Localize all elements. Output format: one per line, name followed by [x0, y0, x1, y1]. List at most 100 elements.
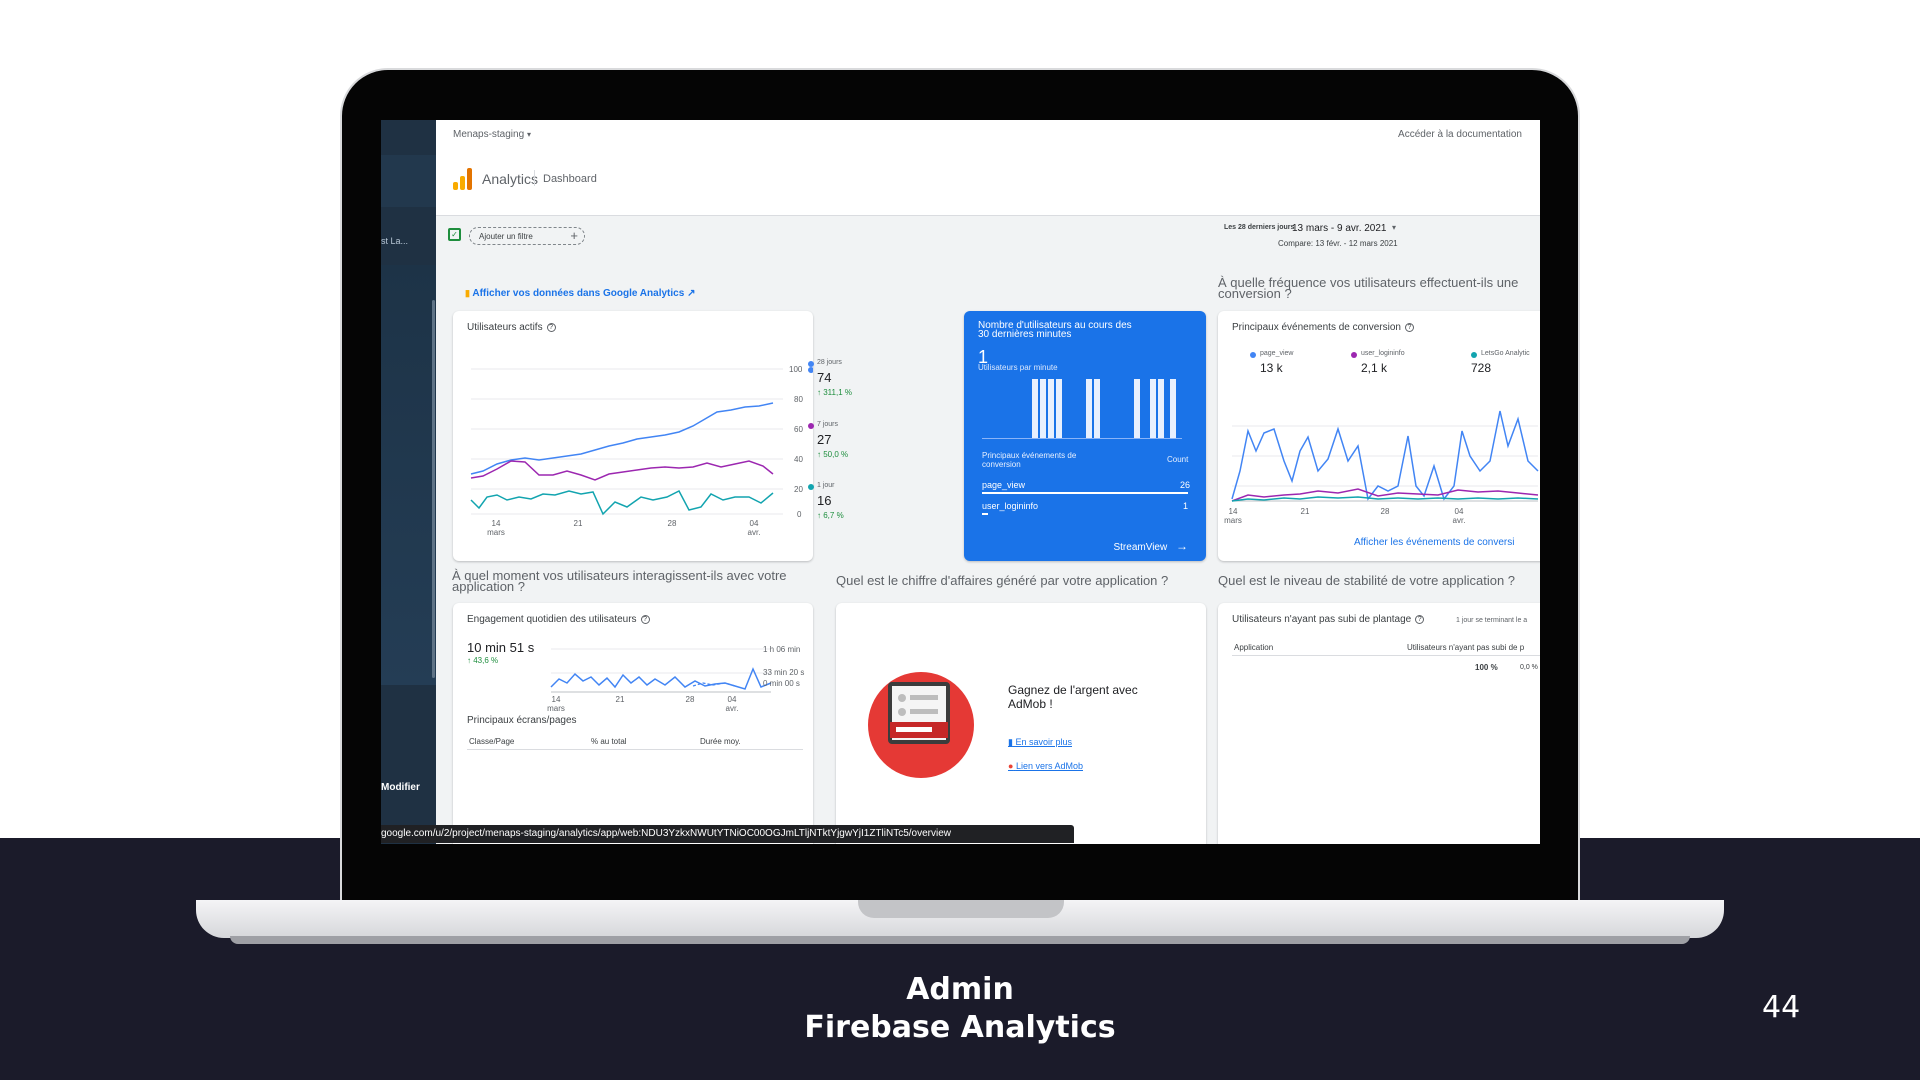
- events-header: Principaux événements de conversion: [982, 451, 1077, 469]
- link-admob-label: Lien vers AdMob: [1015, 761, 1083, 771]
- product-name: Analytics: [482, 171, 539, 187]
- firebase-console-screen: st La... Modifier Menaps-staging ▾ Accéd…: [381, 120, 1540, 844]
- realtime-subtitle: Utilisateurs par minute: [978, 363, 1058, 372]
- streamview-link[interactable]: StreamView →: [1113, 539, 1188, 553]
- legend-label: 1 jour: [817, 482, 835, 489]
- chevron-down-icon: ▾: [526, 130, 531, 139]
- y-tick-label: 20: [794, 485, 803, 494]
- view-conversion-events-link[interactable]: Afficher les événements de conversi: [1354, 537, 1514, 548]
- admob-illustration: [868, 672, 974, 778]
- legend-delta: ↑ 50,0 %: [817, 450, 849, 459]
- legend-value: 27: [817, 432, 832, 447]
- series-28-days: [470, 402, 774, 475]
- legend-delta: ↑ 311,1 %: [817, 388, 852, 397]
- series-1-day: [470, 490, 774, 516]
- project-name: Menaps-staging: [453, 129, 525, 140]
- compare-range: Compare: 13 févr. - 12 mars 2021: [1278, 239, 1398, 248]
- add-filter-button[interactable]: Ajouter un filtre +: [469, 227, 585, 245]
- legend-dot: [808, 367, 813, 373]
- top-bar: Menaps-staging ▾ Accéder à la documentat…: [436, 120, 1540, 216]
- phone-illustration: [888, 682, 950, 744]
- column-header: % au total: [591, 737, 627, 746]
- streamview-label: StreamView: [1113, 542, 1168, 553]
- y-tick-label: 60: [794, 425, 803, 434]
- help-icon[interactable]: ?: [1415, 615, 1425, 624]
- event-bar: [982, 492, 1188, 494]
- column-header: Utilisateurs n'ayant pas subi de p: [1407, 643, 1525, 652]
- question-frequency: À quelle fréquence vos utilisateurs effe…: [1218, 275, 1519, 301]
- arrow-right-icon: →: [1176, 539, 1188, 553]
- legend-value: 16: [817, 493, 832, 508]
- slide-subtitle: Firebase Analytics: [804, 1010, 1116, 1045]
- sidebar: st La... Modifier: [381, 120, 436, 844]
- document-icon: ▮: [1008, 737, 1013, 747]
- realtime-bar: [1032, 379, 1038, 438]
- event-name[interactable]: user_logininfo: [982, 501, 1038, 511]
- column-header: Classe/Page: [469, 737, 515, 746]
- learn-more-label: En savoir plus: [1015, 737, 1072, 747]
- date-range-selector[interactable]: 13 mars - 9 avr. 2021: [1292, 223, 1387, 234]
- y-tick-label: 40: [794, 455, 803, 464]
- event-count: 26: [1180, 480, 1191, 490]
- sidebar-scrollbar[interactable]: [432, 300, 435, 678]
- link-admob-link[interactable]: ● Lien vers AdMob: [1008, 761, 1083, 771]
- stability-note: 1 jour se terminant le a: [1456, 617, 1528, 624]
- sidebar-nav: [381, 265, 436, 685]
- learn-more-link[interactable]: ▮ En savoir plus: [1008, 737, 1072, 748]
- realtime-bar: [1150, 379, 1156, 438]
- conversion-events-card: Principaux événements de conversion? pag…: [1218, 311, 1540, 561]
- realtime-title: Nombre d'utilisateurs au cours des 30 de…: [978, 320, 1132, 340]
- card-title: Utilisateurs n'ayant pas subi de plantag…: [1232, 614, 1425, 625]
- admob-icon: ●: [1008, 761, 1014, 771]
- x-tick-label: 28: [667, 519, 677, 528]
- x-tick-label: 14 mars: [547, 695, 565, 713]
- x-tick-label: 14 mars: [1224, 507, 1242, 525]
- ga-link-label: Afficher vos données dans Google Analyti…: [472, 288, 685, 299]
- event-name[interactable]: page_view: [982, 480, 1025, 490]
- event-count: 1: [1183, 501, 1189, 511]
- x-tick-label: 21: [615, 695, 625, 704]
- comparison-icon[interactable]: ✓: [448, 228, 461, 241]
- x-tick-label: 14 mars: [487, 519, 505, 537]
- admob-heading: Gagnez de l'argent avec AdMob !: [1008, 683, 1138, 711]
- y-tick-label: 0 min 00 s: [763, 679, 800, 688]
- sidebar-header: [381, 155, 436, 207]
- event-bar: [982, 513, 988, 515]
- slide-title: Admin: [906, 972, 1014, 1007]
- sidebar-edit-button[interactable]: Modifier: [381, 782, 420, 793]
- column-header: Durée moy.: [700, 737, 741, 746]
- realtime-bar: [1170, 379, 1176, 438]
- realtime-card: Nombre d'utilisateurs au cours des 30 de…: [964, 311, 1206, 561]
- series-letsgo-analytic: [1231, 496, 1539, 502]
- docs-link[interactable]: Accéder à la documentation: [1398, 129, 1522, 140]
- analytics-logo-icon: [453, 168, 473, 190]
- legend-dot: [808, 423, 814, 429]
- legend-dot: [808, 484, 814, 490]
- legend-label: 7 jours: [817, 421, 839, 428]
- chart-baseline: [982, 438, 1182, 439]
- realtime-bar: [1158, 379, 1164, 438]
- laptop-shadow: [230, 936, 1690, 944]
- table-cell: 100 %: [1475, 663, 1498, 672]
- y-tick-label: 0: [797, 510, 802, 519]
- add-filter-label: Ajouter un filtre: [479, 232, 533, 241]
- x-tick-label: 28: [1380, 507, 1390, 516]
- table-divider: [467, 749, 803, 750]
- question-revenue: Quel est le chiffre d'affaires généré pa…: [836, 573, 1169, 588]
- sidebar-item[interactable]: st La...: [381, 236, 408, 246]
- chevron-down-icon[interactable]: ▾: [1392, 223, 1396, 232]
- y-tick-label: 100: [789, 365, 803, 374]
- x-tick-label: 04 avr.: [725, 695, 739, 713]
- plus-icon: +: [570, 228, 578, 243]
- legend-label: 28 jours: [817, 359, 842, 366]
- table-cell: 0,0 %: [1520, 664, 1538, 671]
- legend-value: 74: [817, 370, 832, 385]
- column-header: Application: [1234, 643, 1274, 652]
- top-screens-title: Principaux écrans/pages: [467, 715, 577, 726]
- table-divider: [1232, 655, 1540, 656]
- x-tick-label: 21: [573, 519, 583, 528]
- google-analytics-link[interactable]: ▮ Afficher vos données dans Google Analy…: [465, 288, 695, 299]
- project-selector[interactable]: Menaps-staging ▾: [453, 129, 531, 140]
- engagement-card: Engagement quotidien des utilisateurs? 1…: [453, 603, 813, 844]
- realtime-bar: [1134, 379, 1140, 438]
